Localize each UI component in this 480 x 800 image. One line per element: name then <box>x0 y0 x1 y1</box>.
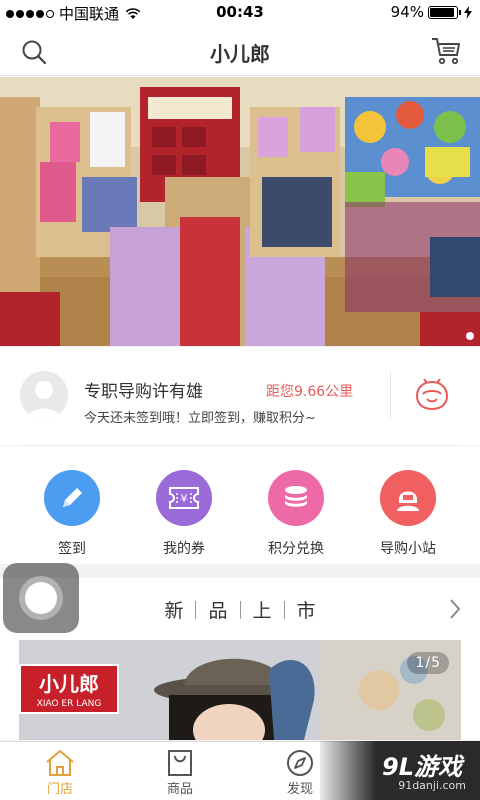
nav-bar: 小儿郎 <box>0 26 480 76</box>
quick-action-label: 积分兑换 <box>268 541 324 557</box>
carousel-counter: 1/5 <box>407 652 449 674</box>
pencil-icon[interactable] <box>44 470 100 526</box>
tab-label: 商品 <box>166 782 193 797</box>
store-icon <box>46 750 74 776</box>
tab-products[interactable]: 商品 <box>140 748 220 797</box>
section-title-char: 市 <box>296 600 316 622</box>
assistive-touch-core <box>25 582 57 614</box>
watermark-url: 91danji.com <box>398 779 466 792</box>
coupon-icon[interactable]: ¥ <box>156 470 212 526</box>
store-photo <box>0 77 480 346</box>
divider <box>390 371 391 419</box>
default-avatar-icon <box>20 371 68 419</box>
banner-page-dot <box>466 332 474 340</box>
quick-action-label: 我的券 <box>163 541 205 557</box>
coins-icon[interactable] <box>268 470 324 526</box>
sign-in-tip[interactable]: 今天还未签到哦！立即签到，赚取积分~ <box>84 407 316 426</box>
section-title-char: 品 <box>208 600 228 622</box>
charging-icon <box>464 5 472 19</box>
battery-percent: 94% <box>390 3 424 21</box>
bag-icon <box>168 750 192 776</box>
assistive-touch-button[interactable] <box>3 563 79 633</box>
compass-icon <box>287 750 313 776</box>
product-banner[interactable]: 小儿郎 XIAO ER LANG 1/5 <box>19 640 461 740</box>
brand-logo: 小儿郎 <box>39 672 99 696</box>
avatar <box>20 371 68 419</box>
tab-store[interactable]: 门店 <box>20 748 100 797</box>
status-right: 94% <box>391 3 472 21</box>
watermark: 9L游戏 91danji.com <box>320 741 480 800</box>
quick-action-points-exchange[interactable]: 积分兑换 <box>246 470 346 558</box>
guide-card[interactable]: 专职导购许有雄 距您9.66公里 今天还未签到哦！立即签到，赚取积分~ <box>0 347 480 445</box>
quick-action-my-coupons[interactable]: ¥ 我的券 <box>134 470 234 558</box>
page-title: 小儿郎 <box>210 42 270 66</box>
section-title-char: 新 <box>164 600 184 622</box>
svg-text:¥: ¥ <box>181 492 188 505</box>
tab-label: 门店 <box>46 782 73 797</box>
guide-name: 专职导购许有雄 <box>84 382 203 402</box>
battery-icon <box>428 5 461 19</box>
quick-action-guide-station[interactable]: 导购小站 <box>358 470 458 558</box>
section-title-char: 上 <box>252 600 272 622</box>
brand-subtitle: XIAO ER LANG <box>36 699 102 709</box>
quick-action-label: 签到 <box>58 541 86 557</box>
status-bar: 中国联通 00:43 94% <box>0 0 480 26</box>
cart-icon[interactable] <box>430 36 462 66</box>
quick-action-label: 导购小站 <box>380 541 436 557</box>
battery-fill <box>430 7 455 17</box>
quick-actions: 签到 ¥ 我的券 积分兑换 导购小站 <box>0 446 480 564</box>
store-banner[interactable] <box>0 77 480 346</box>
guide-avatar-icon[interactable] <box>380 470 436 526</box>
quick-action-sign-in[interactable]: 签到 <box>22 470 122 558</box>
guide-distance: 距您9.66公里 <box>266 384 354 400</box>
chevron-right-icon[interactable] <box>448 598 462 620</box>
watermark-brand: 9L游戏 <box>382 753 462 781</box>
chat-icon[interactable] <box>414 379 450 413</box>
